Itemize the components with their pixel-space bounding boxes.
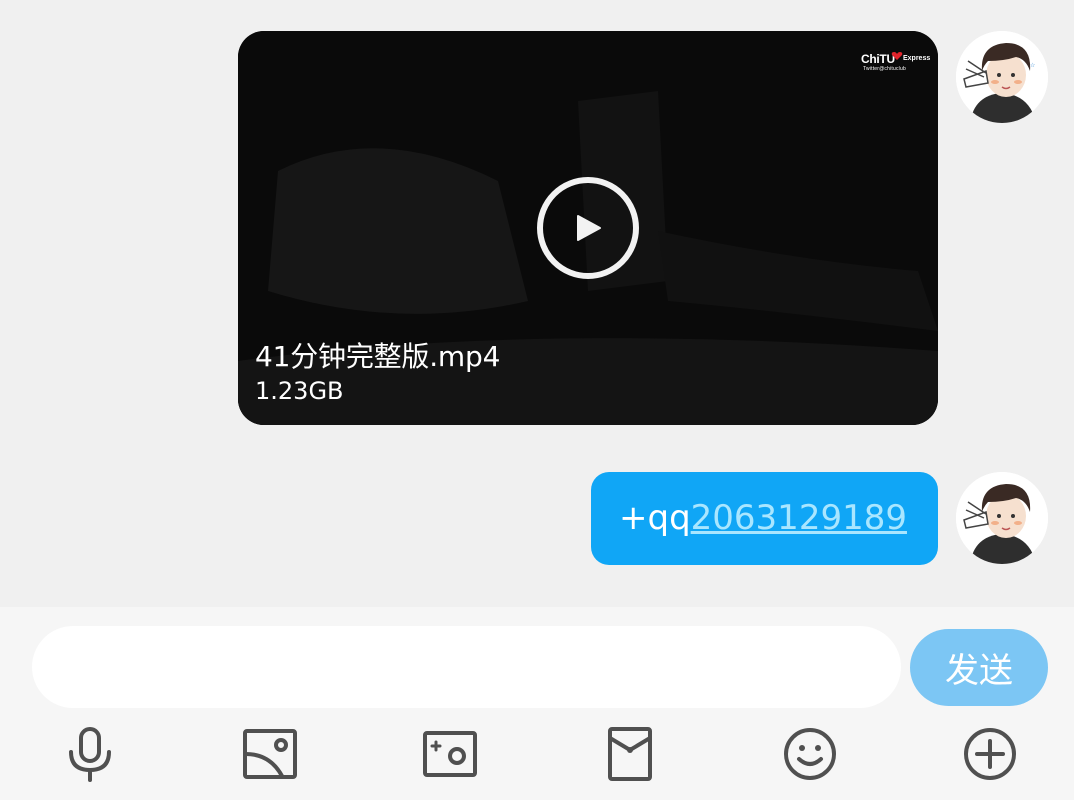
camera-icon bbox=[423, 731, 477, 777]
voice-button[interactable] bbox=[60, 724, 120, 784]
message-input[interactable] bbox=[32, 626, 901, 708]
svg-text:☆: ☆ bbox=[1030, 62, 1035, 69]
message-list[interactable]: ☆ ChiTU Express Twitter@chituclub 41分钟完整… bbox=[0, 0, 1074, 607]
chat-screen: ☆ ChiTU Express Twitter@chituclub 41分钟完整… bbox=[0, 0, 1074, 800]
send-button[interactable]: 发送 bbox=[910, 629, 1048, 706]
red-packet-icon bbox=[608, 727, 652, 781]
watermark-brand: ChiTU bbox=[861, 52, 895, 66]
image-icon bbox=[243, 729, 297, 779]
watermark-brand-sub: Express bbox=[903, 55, 931, 62]
photo-button[interactable] bbox=[240, 724, 300, 784]
play-icon bbox=[577, 215, 601, 241]
microphone-icon bbox=[69, 727, 111, 782]
video-watermark: ChiTU Express Twitter@chituclub bbox=[861, 52, 931, 74]
more-button[interactable] bbox=[960, 724, 1020, 784]
user-avatar[interactable] bbox=[956, 472, 1048, 564]
play-button[interactable] bbox=[537, 177, 639, 279]
emoji-icon bbox=[784, 728, 836, 780]
video-filename: 41分钟完整版.mp4 bbox=[255, 340, 501, 373]
video-message[interactable]: ChiTU Express Twitter@chituclub 41分钟完整版.… bbox=[238, 31, 938, 425]
avatar-illustration-icon bbox=[956, 472, 1048, 564]
emoji-button[interactable] bbox=[780, 724, 840, 784]
user-avatar[interactable]: ☆ bbox=[956, 31, 1048, 123]
watermark-line: Twitter@chituclub bbox=[863, 66, 906, 72]
avatar-illustration-icon: ☆ bbox=[956, 31, 1048, 123]
plus-circle-icon bbox=[964, 728, 1016, 780]
red-packet-button[interactable] bbox=[600, 724, 660, 784]
video-filesize: 1.23GB bbox=[255, 377, 344, 405]
composer-bar: 发送 bbox=[0, 607, 1074, 800]
camera-button[interactable] bbox=[420, 724, 480, 784]
text-message[interactable]: +qq2063129189 bbox=[591, 472, 938, 565]
message-text: +qq bbox=[619, 498, 691, 538]
phone-number-link[interactable]: 2063129189 bbox=[691, 498, 907, 538]
heart-icon bbox=[891, 52, 903, 60]
